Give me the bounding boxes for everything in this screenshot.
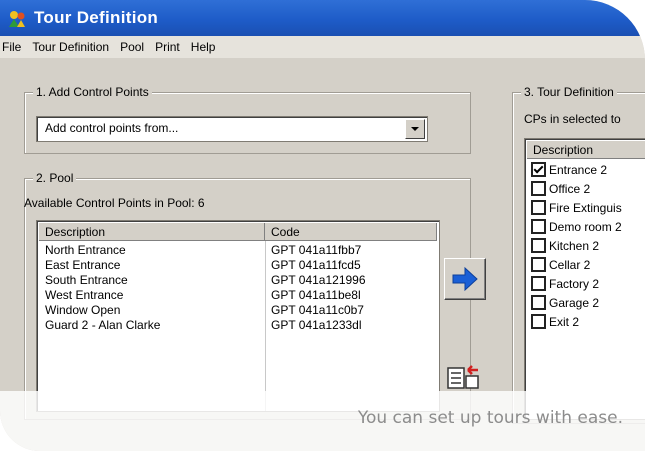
tour-cp-item[interactable]: Factory 2 (531, 275, 599, 294)
tour-cp-label: Factory 2 (549, 277, 600, 291)
tour-cp-item[interactable]: Kitchen 2 (531, 237, 599, 256)
table-row[interactable]: West Entrance GPT 041a11be8l (39, 288, 437, 303)
tour-cp-item[interactable]: Exit 2 (531, 313, 579, 332)
caption-text: You can set up tours with ease. (357, 408, 623, 428)
tour-definition-label: 3. Tour Definition (521, 85, 617, 99)
checkbox[interactable] (531, 219, 546, 234)
row-code: GPT 041a11be8l (271, 288, 361, 302)
row-code: GPT 041a11fcd5 (271, 258, 361, 272)
combo-dropdown-button[interactable] (405, 119, 425, 139)
checkbox[interactable] (531, 162, 546, 177)
pool-available-count: Available Control Points in Pool: 6 (24, 196, 205, 210)
arrow-right-icon (452, 266, 478, 292)
row-code: GPT 041a11c0b7 (271, 303, 364, 317)
row-description: West Entrance (45, 288, 124, 302)
list-transfer-icon[interactable] (444, 358, 484, 392)
menu-pool[interactable]: Pool (116, 40, 151, 54)
pool-label: 2. Pool (33, 171, 77, 185)
tour-cp-label: Demo room 2 (549, 220, 622, 234)
tour-cp-label: Fire Extinguis (549, 201, 622, 215)
tour-header-description[interactable]: Description (527, 141, 645, 159)
row-code: GPT 041a121996 (271, 273, 366, 287)
tour-cp-item[interactable]: Cellar 2 (531, 256, 590, 275)
table-row[interactable]: Guard 2 - Alan Clarke GPT 041a1233dl (39, 318, 437, 333)
tour-cp-item[interactable]: Entrance 2 (531, 161, 607, 180)
row-description: Guard 2 - Alan Clarke (45, 318, 161, 332)
menu-help[interactable]: Help (187, 40, 223, 54)
pool-table[interactable]: Description Code North Entrance GPT 041a… (36, 220, 440, 412)
tour-cp-item[interactable]: Office 2 (531, 180, 590, 199)
tour-subtitle: CPs in selected to (524, 112, 621, 126)
checkbox[interactable] (531, 200, 546, 215)
table-row[interactable]: North Entrance GPT 041a11fbb7 (39, 243, 437, 258)
tour-cp-list[interactable]: Description Entrance 2 Office 2 Fire Ext… (524, 138, 645, 420)
menu-tour-definition[interactable]: Tour Definition (28, 40, 116, 54)
chevron-down-icon (411, 127, 419, 131)
checkbox[interactable] (531, 276, 546, 291)
tour-cp-label: Kitchen 2 (549, 239, 600, 253)
tour-cp-label: Entrance 2 (549, 163, 608, 177)
menu-file[interactable]: File (0, 40, 28, 54)
tour-cp-label: Cellar 2 (549, 258, 591, 272)
window-title: Tour Definition (34, 8, 159, 27)
checkbox[interactable] (531, 181, 546, 196)
add-control-points-combo[interactable]: Add control points from... (36, 116, 428, 142)
checkbox[interactable] (531, 295, 546, 310)
add-control-points-label: 1. Add Control Points (33, 85, 152, 99)
title-bar: Tour Definition (0, 0, 645, 36)
menu-print[interactable]: Print (151, 40, 187, 54)
tour-cp-item[interactable]: Garage 2 (531, 294, 599, 313)
app-window: Tour Definition File Tour Definition Poo… (0, 0, 645, 451)
row-description: South Entrance (45, 273, 128, 287)
table-row[interactable]: Window Open GPT 041a11c0b7 (39, 303, 437, 318)
menu-bar: File Tour Definition Pool Print Help (0, 36, 645, 58)
move-to-tour-button[interactable] (444, 258, 486, 300)
row-description: North Entrance (45, 243, 126, 257)
tour-cp-item[interactable]: Demo room 2 (531, 218, 622, 237)
caption-overlay: You can set up tours with ease. (0, 391, 645, 451)
checkbox[interactable] (531, 257, 546, 272)
table-row[interactable]: South Entrance GPT 041a121996 (39, 273, 437, 288)
tour-cp-label: Office 2 (549, 182, 591, 196)
row-description: East Entrance (45, 258, 121, 272)
row-description: Window Open (45, 303, 121, 317)
tour-cp-item[interactable]: Fire Extinguis (531, 199, 622, 218)
pool-header-code[interactable]: Code (265, 223, 437, 241)
pool-header-description[interactable]: Description (39, 223, 265, 241)
tour-cp-label: Garage 2 (549, 296, 600, 310)
row-code: GPT 041a1233dl (271, 318, 362, 332)
table-row[interactable]: East Entrance GPT 041a11fcd5 (39, 258, 437, 273)
checkbox[interactable] (531, 238, 546, 253)
checkbox[interactable] (531, 314, 546, 329)
tour-app-icon (6, 7, 28, 29)
combo-value: Add control points from... (45, 121, 179, 135)
row-code: GPT 041a11fbb7 (271, 243, 362, 257)
tour-cp-label: Exit 2 (549, 315, 580, 329)
